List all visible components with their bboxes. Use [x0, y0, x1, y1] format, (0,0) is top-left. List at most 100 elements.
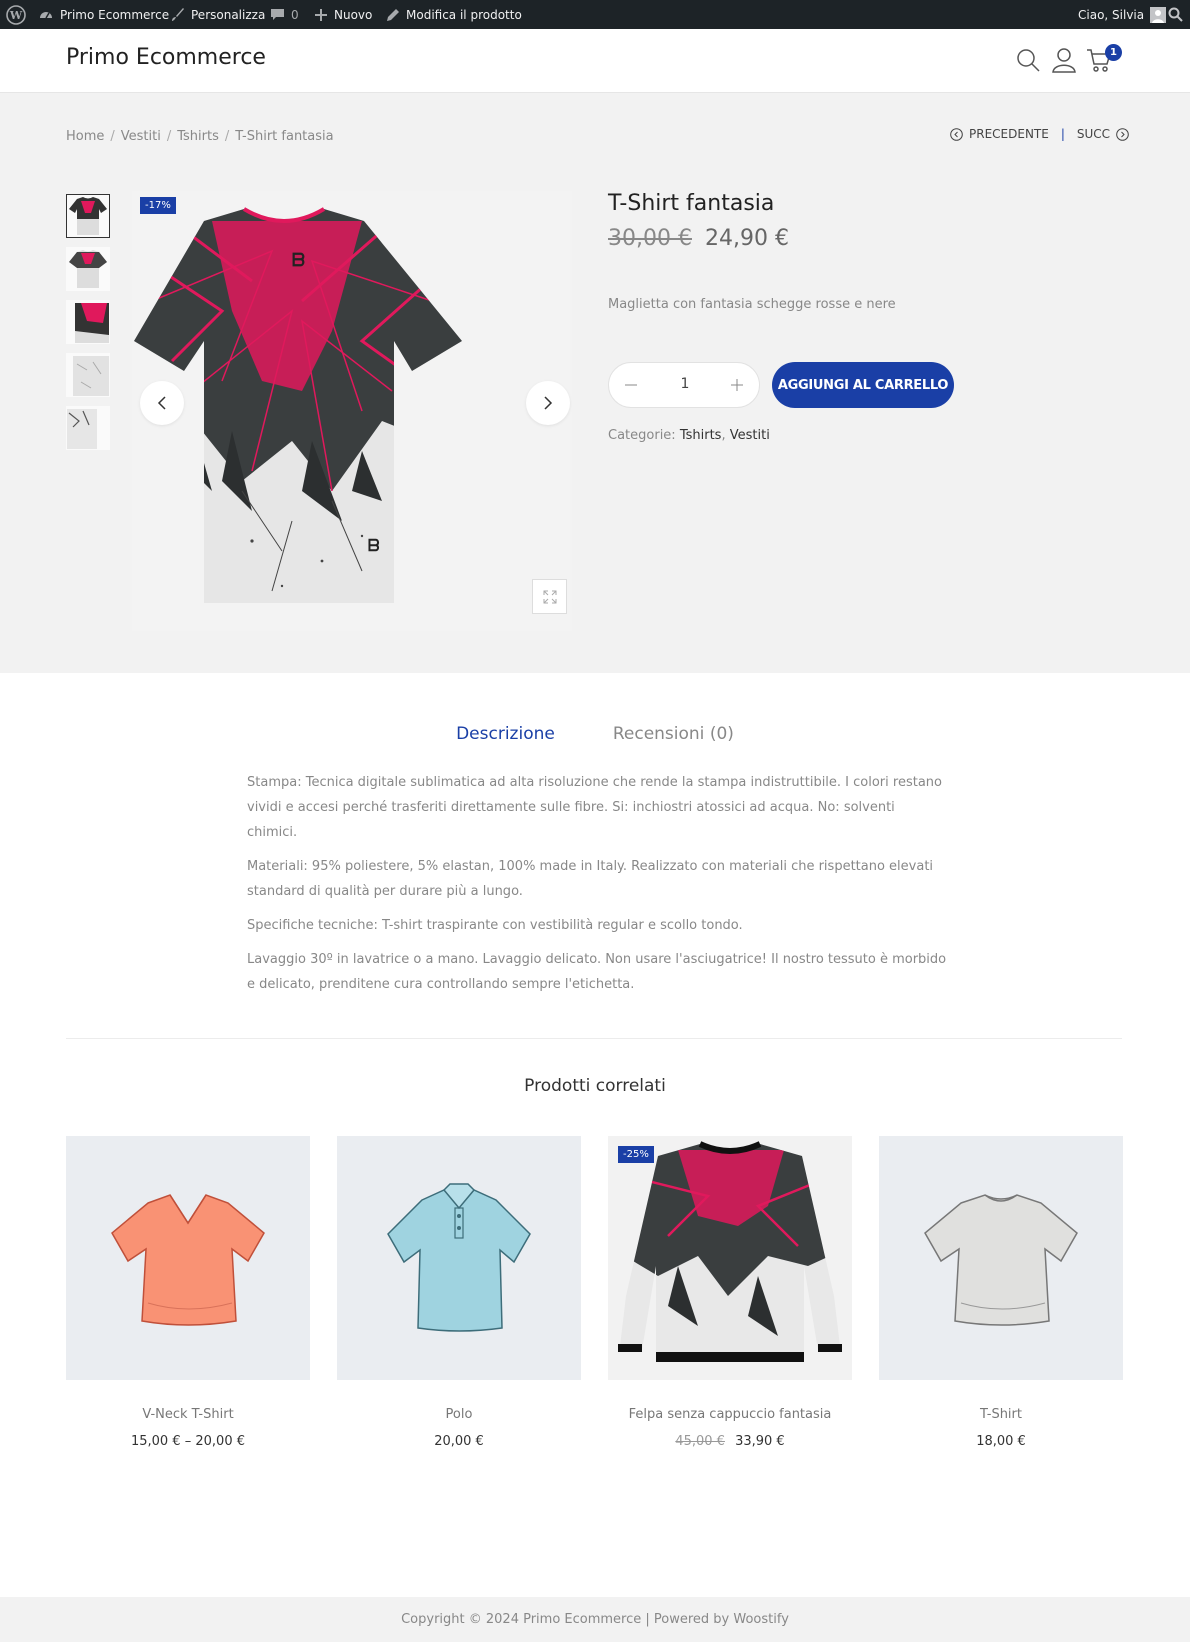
tab-reviews[interactable]: Recensioni (0): [613, 724, 734, 744]
brush-icon: [172, 8, 184, 21]
svg-text:ᗷ: ᗷ: [292, 250, 305, 271]
search-icon[interactable]: [1015, 47, 1041, 73]
product-name[interactable]: V-Neck T-Shirt: [66, 1407, 310, 1422]
description-paragraph: Specifiche tecniche: T-shirt traspirante…: [247, 918, 743, 933]
site-header: Primo Ecommerce 1: [0, 29, 1190, 93]
new-link[interactable]: Nuovo: [314, 0, 372, 29]
category-separator: ,: [721, 428, 726, 443]
site-title[interactable]: Primo Ecommerce: [66, 45, 266, 70]
product-price: 18,00 €: [976, 1434, 1026, 1449]
product-image[interactable]: -25%: [608, 1136, 852, 1380]
categories-label: Categorie:: [608, 428, 676, 443]
description-panel: Stampa: Tecnica digitale sublimatica ad …: [247, 770, 947, 1006]
breadcrumb-tshirts[interactable]: Tshirts: [177, 129, 219, 144]
comment-icon: [271, 9, 284, 20]
section-divider: [66, 1038, 1122, 1039]
gallery-thumbnail[interactable]: [66, 194, 110, 238]
quantity-increase-button[interactable]: [727, 375, 747, 395]
sale-badge: -17%: [140, 197, 176, 214]
comments-link[interactable]: 0: [270, 0, 299, 29]
main-product-image[interactable]: ᗷ ᗷ -17%: [132, 191, 572, 631]
previous-product-link[interactable]: PRECEDENTE: [950, 127, 1049, 141]
plus-icon: [315, 8, 327, 21]
gallery-prev-button[interactable]: [140, 381, 184, 425]
related-product-card[interactable]: Polo 20,00 €: [337, 1136, 581, 1449]
gallery-next-button[interactable]: [526, 381, 570, 425]
account-menu[interactable]: Ciao, Silvia: [1078, 0, 1167, 29]
related-products-title: Prodotti correlati: [524, 1076, 666, 1096]
site-name-label: Primo Ecommerce: [60, 7, 170, 22]
chevron-left-icon: [157, 396, 166, 410]
dashboard-icon: [40, 11, 52, 18]
chevron-right-icon: [544, 396, 553, 410]
related-product-card[interactable]: T-Shirt 18,00 €: [879, 1136, 1123, 1449]
quantity-input[interactable]: 1: [665, 376, 705, 392]
product-tabs: Descrizione Recensioni (0): [0, 724, 1190, 744]
gallery-thumbnail[interactable]: [66, 353, 110, 397]
copyright-text: Copyright © 2024 Primo Ecommerce | Power…: [401, 1612, 789, 1627]
product-price: 45,00 € 33,90 €: [608, 1434, 852, 1449]
quantity-decrease-button[interactable]: [621, 375, 641, 395]
next-label: SUCC: [1076, 127, 1111, 141]
wordpress-menu[interactable]: W: [6, 0, 26, 29]
plus-icon: [731, 379, 743, 391]
sale-price: 33,90 €: [735, 1434, 785, 1449]
customize-link[interactable]: Personalizza: [170, 0, 265, 29]
site-footer: Copyright © 2024 Primo Ecommerce | Power…: [0, 1597, 1190, 1642]
polo-shirt-image: [387, 1183, 531, 1332]
nav-divider: |: [1060, 127, 1065, 141]
description-paragraph: Materiali: 95% poliestere, 5% elastan, 1…: [247, 859, 934, 899]
gallery-thumbnails: [66, 194, 112, 459]
wordpress-icon: W: [6, 4, 26, 25]
product-image[interactable]: [337, 1136, 581, 1380]
regular-price: 30,00 €: [608, 226, 692, 251]
vneck-tshirt-image: [111, 1194, 265, 1326]
breadcrumb-home[interactable]: Home: [66, 129, 104, 144]
next-product-link[interactable]: SUCC: [1077, 127, 1129, 141]
tab-description[interactable]: Descrizione: [456, 724, 555, 744]
category-link-tshirts[interactable]: Tshirts: [680, 428, 722, 443]
product-name[interactable]: Polo: [337, 1407, 581, 1422]
greeting-label: Ciao, Silvia: [1078, 7, 1145, 22]
product-image[interactable]: [879, 1136, 1123, 1380]
pencil-icon: [387, 8, 399, 21]
sale-badge: -25%: [618, 1146, 654, 1163]
admin-search[interactable]: [1168, 0, 1183, 29]
product-navigation: PRECEDENTE | SUCC: [950, 127, 1129, 141]
related-product-card[interactable]: V-Neck T-Shirt 15,00 € – 20,00 €: [66, 1136, 310, 1449]
product-summary: T-Shirt fantasia 30,00 € 24,90 € Magliet…: [608, 191, 1148, 443]
product-name[interactable]: T-Shirt: [879, 1407, 1123, 1422]
minus-icon: [625, 384, 637, 386]
gallery-thumbnail[interactable]: [66, 300, 110, 344]
add-to-cart-form: 1 AGGIUNGI AL CARRELLO: [608, 362, 1148, 408]
related-product-card[interactable]: -25% Felpa senza cappuccio fantasia 45,0…: [608, 1136, 852, 1449]
breadcrumb-vestiti[interactable]: Vestiti: [121, 129, 161, 144]
product-name[interactable]: Felpa senza cappuccio fantasia: [608, 1407, 852, 1422]
user-icon[interactable]: [1051, 47, 1077, 73]
breadcrumb-current: T-Shirt fantasia: [235, 129, 334, 144]
customize-label: Personalizza: [191, 7, 266, 22]
short-description: Maglietta con fantasia schegge rosse e n…: [608, 297, 896, 312]
product-title: T-Shirt fantasia: [608, 191, 775, 216]
previous-label: PRECEDENTE: [969, 127, 1049, 141]
chevron-right-circle-icon: [1116, 127, 1129, 141]
gallery-thumbnail[interactable]: [66, 247, 110, 291]
expand-icon: [543, 590, 556, 603]
add-to-cart-button[interactable]: AGGIUNGI AL CARRELLO: [772, 362, 954, 408]
chevron-left-circle-icon: [950, 127, 963, 141]
product-price: 20,00 €: [434, 1434, 484, 1449]
zoom-button[interactable]: [532, 579, 567, 614]
product-price: 15,00 € – 20,00 €: [130, 1434, 245, 1449]
breadcrumb: Home / Vestiti / Tshirts / T-Shirt fanta…: [66, 129, 334, 144]
gallery-thumbnail[interactable]: [66, 406, 110, 450]
category-link-vestiti[interactable]: Vestiti: [730, 428, 770, 443]
edit-product-link[interactable]: Modifica il prodotto: [386, 0, 522, 29]
description-paragraph: Lavaggio 30º in lavatrice o a mano. Lava…: [247, 952, 947, 992]
svg-text:ᗷ: ᗷ: [368, 536, 380, 555]
breadcrumb-separator: /: [224, 129, 230, 144]
tshirt-fantasia-image: ᗷ ᗷ: [134, 207, 462, 603]
avatar-icon: [1150, 6, 1167, 23]
site-name-link[interactable]: Primo Ecommerce: [38, 0, 169, 29]
svg-text:W: W: [9, 9, 23, 22]
product-image[interactable]: [66, 1136, 310, 1380]
